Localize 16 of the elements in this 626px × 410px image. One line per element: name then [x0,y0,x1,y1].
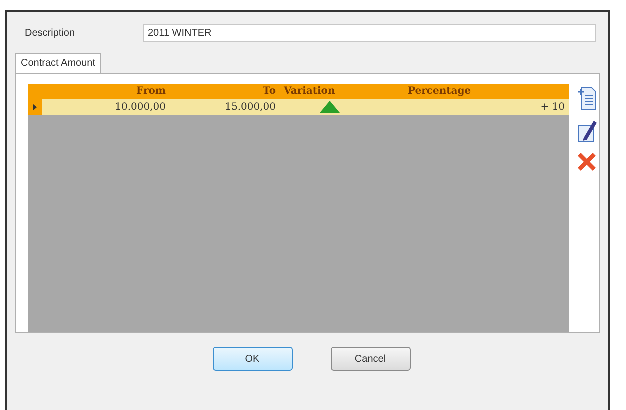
column-header: Percentage [407,85,472,99]
edit-pencil-icon[interactable] [576,118,598,144]
tab[interactable]: Contract Amount [15,53,102,73]
description-field[interactable]: 2011 WINTER [143,24,596,42]
description-label: Description [25,26,76,40]
dialog-button[interactable]: OK [212,347,292,371]
row-pointer-icon [33,104,37,110]
column-header: Variation [283,85,336,99]
table-cell-text: + 10 [540,100,566,114]
table-cell-text: 15.000,00 [224,100,277,114]
table-cell-text: 10.000,00 [114,100,167,114]
new-document-icon[interactable] [576,86,598,112]
column-header: To [262,85,277,99]
table-row[interactable]: 10.000,00 15.000,00 + 10 [28,99,569,115]
dialog-button[interactable]: Cancel [330,347,410,371]
column-header: From [136,85,167,99]
